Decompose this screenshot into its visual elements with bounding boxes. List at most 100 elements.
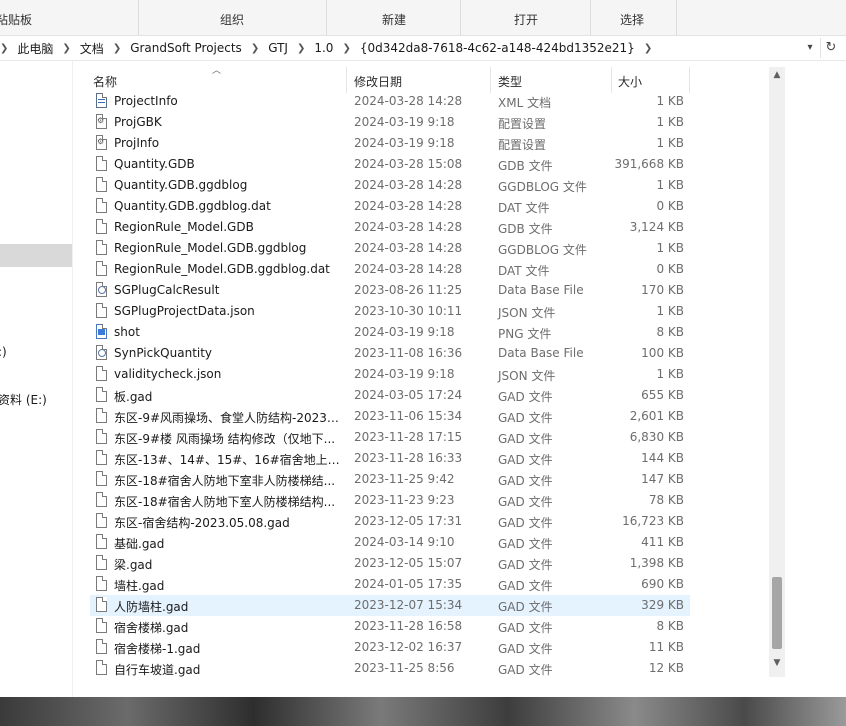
ribbon-group-open[interactable]: 打开 (460, 0, 591, 35)
file-row[interactable]: 板.gad 2024-03-05 17:24 GAD 文件 655 KB (90, 385, 690, 406)
file-row[interactable]: ProjectInfo 2024-03-28 14:28 XML 文档 1 KB (90, 91, 690, 112)
nav-selected-item[interactable] (0, 244, 72, 267)
file-name[interactable]: 东区-18#宿舍人防地下室非人防楼梯结... (114, 472, 340, 489)
file-name[interactable]: Quantity.GDB (114, 157, 340, 171)
file-row[interactable]: 自行车坡道.gad 2023-11-25 8:56 GAD 文件 12 KB (90, 658, 690, 677)
file-name[interactable]: Quantity.GDB.ggdblog.dat (114, 199, 340, 213)
file-row[interactable]: SynPickQuantity 2023-11-08 16:36 Data Base… (90, 343, 690, 364)
file-name[interactable]: validitycheck.json (114, 367, 340, 381)
database-file-icon (96, 282, 107, 297)
file-row[interactable]: 人防墙柱.gad 2023-12-07 15:34 GAD 文件 329 KB (90, 595, 690, 616)
file-name[interactable]: RegionRule_Model.GDB.ggdblog (114, 241, 340, 255)
file-name[interactable]: 板.gad (114, 388, 340, 405)
file-row[interactable]: 东区-9#楼 风雨操场 结构修改（仅地下... 2023-11-28 17:15 G… (90, 427, 690, 448)
file-row[interactable]: 东区-18#宿舍人防地下室非人防楼梯结... 2023-11-25 9:42 GAD… (90, 469, 690, 490)
file-name[interactable]: ProjInfo (114, 136, 340, 150)
file-row[interactable]: SGPlugCalcResult 2023-08-26 11:25 Data Bas… (90, 280, 690, 301)
column-date[interactable]: 修改日期 (354, 73, 402, 90)
file-row[interactable]: 梁.gad 2023-12-05 15:07 GAD 文件 1,398 KB (90, 553, 690, 574)
file-row[interactable]: 宿舍楼梯-1.gad 2023-12-02 16:37 GAD 文件 11 KB (90, 637, 690, 658)
scroll-down-icon[interactable]: ▼ (769, 655, 785, 671)
column-size[interactable]: 大小 (618, 73, 642, 90)
breadcrumb-item[interactable]: 此电脑 (17, 40, 53, 57)
file-name[interactable]: 自行车坡道.gad (114, 661, 340, 677)
breadcrumb-item[interactable]: 1.0 (314, 41, 333, 55)
file-row[interactable]: 东区-13#、14#、15#、16#宿舍地上楼... 2023-11-28 16:… (90, 448, 690, 469)
column-type[interactable]: 类型 (498, 73, 522, 90)
file-name[interactable]: 梁.gad (114, 556, 340, 573)
nav-item-drive-e[interactable]: 资料 (E:) (0, 391, 47, 408)
column-name[interactable]: 名称 (93, 73, 117, 90)
file-name[interactable]: RegionRule_Model.GDB (114, 220, 340, 234)
file-name[interactable]: ProjectInfo (114, 94, 340, 108)
file-row[interactable]: 基础.gad 2024-03-14 9:10 GAD 文件 411 KB (90, 532, 690, 553)
file-row[interactable]: 东区-9#风雨操场、食堂人防结构-2023.... 2023-11-06 15:3… (90, 406, 690, 427)
file-name[interactable]: 东区-13#、14#、15#、16#宿舍地上楼... (114, 451, 340, 468)
vertical-scrollbar[interactable]: ▲ ▼ (769, 67, 785, 677)
file-row[interactable]: SGPlugProjectData.json 2023-10-30 10:11 JS… (90, 301, 690, 322)
chevron-right-icon[interactable]: ❯ (342, 43, 350, 54)
file-type: GAD 文件 (498, 621, 553, 635)
scrollbar-thumb[interactable] (772, 577, 782, 649)
refresh-icon[interactable]: ↻ (820, 38, 841, 58)
chevron-right-icon[interactable]: ❯ (62, 43, 70, 54)
chevron-down-icon[interactable]: ▾ (803, 40, 817, 56)
file-type: GAD 文件 (498, 537, 553, 551)
file-name[interactable]: 宿舍楼梯.gad (114, 619, 340, 636)
ribbon-group-new[interactable]: 新建 (326, 0, 461, 35)
file-row[interactable]: Quantity.GDB.ggdblog.dat 2024-03-28 14:28… (90, 196, 690, 217)
file-row[interactable]: Quantity.GDB 2024-03-28 15:08 GDB 文件 391,66… (90, 154, 690, 175)
breadcrumb-item[interactable]: 文档 (80, 40, 104, 57)
column-divider[interactable] (490, 67, 491, 93)
ribbon-group-organize[interactable]: 组织 (138, 0, 327, 35)
file-size: 1 KB (656, 241, 684, 255)
file-row[interactable]: 东区-宿舍结构-2023.05.08.gad 2023-12-05 17:31 GA… (90, 511, 690, 532)
file-name[interactable]: ProjGBK (114, 115, 340, 129)
file-row[interactable]: 宿舍楼梯.gad 2023-11-28 16:58 GAD 文件 8 KB (90, 616, 690, 637)
file-row[interactable]: RegionRule_Model.GDB.ggdblog.dat 2024-03-… (90, 259, 690, 280)
breadcrumb-item[interactable]: GrandSoft Projects (130, 41, 242, 55)
ribbon-group-clipboard[interactable]: 粘贴板 (0, 0, 139, 35)
file-name[interactable]: shot (114, 325, 340, 339)
chevron-right-icon[interactable]: ❯ (297, 43, 305, 54)
breadcrumb-item[interactable]: GTJ (268, 41, 288, 55)
file-name[interactable]: RegionRule_Model.GDB.ggdblog.dat (114, 262, 340, 276)
chevron-right-icon[interactable]: ❯ (0, 43, 8, 54)
file-name[interactable]: 基础.gad (114, 535, 340, 552)
file-row[interactable]: shot 2024-03-19 9:18 PNG 文件 8 KB (90, 322, 690, 343)
column-divider[interactable] (689, 67, 690, 93)
file-row[interactable]: ProjGBK 2024-03-19 9:18 配置设置 1 KB (90, 112, 690, 133)
scroll-up-icon[interactable]: ▲ (769, 67, 785, 83)
ribbon-group-select[interactable]: 选择 (590, 0, 677, 35)
file-row[interactable]: RegionRule_Model.GDB 2024-03-28 14:28 GDB … (90, 217, 690, 238)
file-name[interactable]: 东区-18#宿舍人防地下室人防楼梯结构... (114, 493, 340, 510)
file-icon (96, 492, 107, 507)
chevron-right-icon[interactable]: ❯ (644, 43, 652, 54)
file-name[interactable]: 东区-9#风雨操场、食堂人防结构-2023.... (114, 409, 340, 426)
file-row[interactable]: 东区-18#宿舍人防地下室人防楼梯结构... 2023-11-23 9:23 GAD… (90, 490, 690, 511)
file-name[interactable]: 人防墙柱.gad (114, 598, 340, 615)
column-divider[interactable] (611, 67, 612, 93)
file-name[interactable]: 东区-9#楼 风雨操场 结构修改（仅地下... (114, 430, 340, 447)
file-name[interactable]: 宿舍楼梯-1.gad (114, 640, 340, 657)
file-name[interactable]: SGPlugCalcResult (114, 283, 340, 297)
file-row[interactable]: 墙柱.gad 2024-01-05 17:35 GAD 文件 690 KB (90, 574, 690, 595)
settings-file-icon (96, 135, 107, 150)
chevron-right-icon[interactable]: ❯ (113, 43, 121, 54)
file-name[interactable]: 东区-宿舍结构-2023.05.08.gad (114, 514, 340, 531)
file-date: 2024-03-28 14:28 (354, 262, 463, 276)
file-name[interactable]: SynPickQuantity (114, 346, 340, 360)
nav-item-drive[interactable]: :) (0, 345, 7, 359)
file-size: 6,830 KB (629, 430, 684, 444)
breadcrumb-item[interactable]: {0d342da8-7618-4c62-a148-424bd1352e21} (360, 41, 635, 55)
file-row[interactable]: RegionRule_Model.GDB.ggdblog 2024-03-28 1… (90, 238, 690, 259)
file-name[interactable]: 墙柱.gad (114, 577, 340, 594)
file-name[interactable]: SGPlugProjectData.json (114, 304, 340, 318)
file-row[interactable]: ProjInfo 2024-03-19 9:18 配置设置 1 KB (90, 133, 690, 154)
file-row[interactable]: validitycheck.json 2024-03-19 9:18 JSON 文件… (90, 364, 690, 385)
file-name[interactable]: Quantity.GDB.ggdblog (114, 178, 340, 192)
file-row[interactable]: Quantity.GDB.ggdblog 2024-03-28 14:28 GGDB… (90, 175, 690, 196)
column-divider[interactable] (346, 67, 347, 93)
address-bar[interactable]: ❯ 此电脑 ❯ 文档 ❯ GrandSoft Projects ❯ GTJ ❯ … (0, 36, 846, 61)
chevron-right-icon[interactable]: ❯ (251, 43, 259, 54)
